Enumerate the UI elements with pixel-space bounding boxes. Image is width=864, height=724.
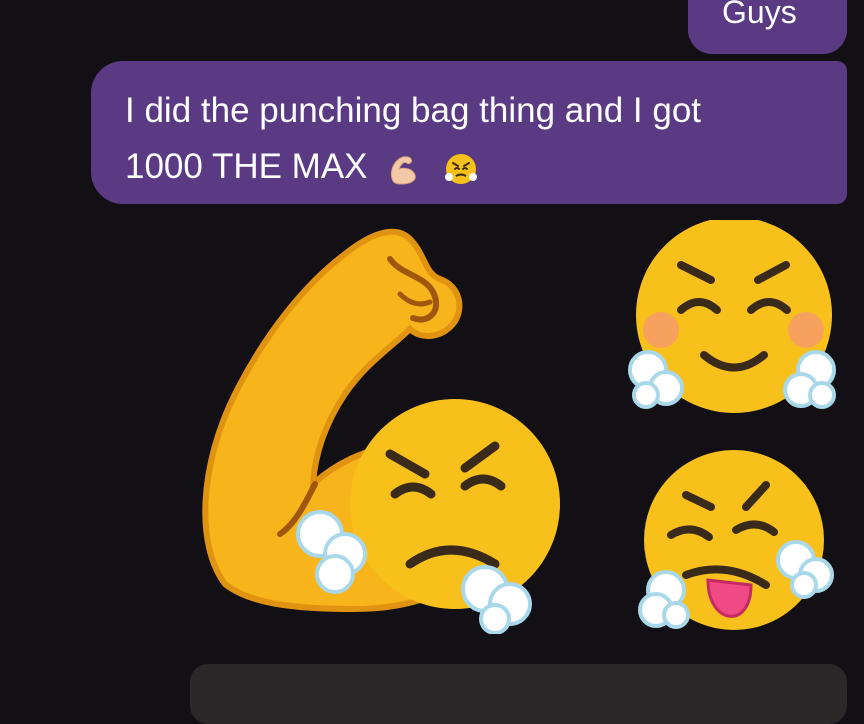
message-bubble-punching-bag[interactable]: I did the punching bag thing and I got 1… xyxy=(91,61,847,204)
flexed-biceps-with-steam-face-sticker xyxy=(202,228,560,634)
flexed-biceps-icon xyxy=(391,156,417,185)
face-with-steam-icon xyxy=(445,153,477,184)
winking-tongue-face-with-steam-sticker xyxy=(638,450,834,630)
smiling-face-with-steam-sticker xyxy=(628,220,836,413)
message-bubble-guys[interactable]: Guys xyxy=(688,0,847,54)
message-line-2-text: 1000 THE MAX xyxy=(125,147,368,186)
media-attachment-preview[interactable] xyxy=(190,664,847,724)
message-line-2: 1000 THE MAX xyxy=(125,139,827,195)
message-text: Guys xyxy=(722,0,797,30)
message-line-1: I did the punching bag thing and I got xyxy=(125,91,702,130)
